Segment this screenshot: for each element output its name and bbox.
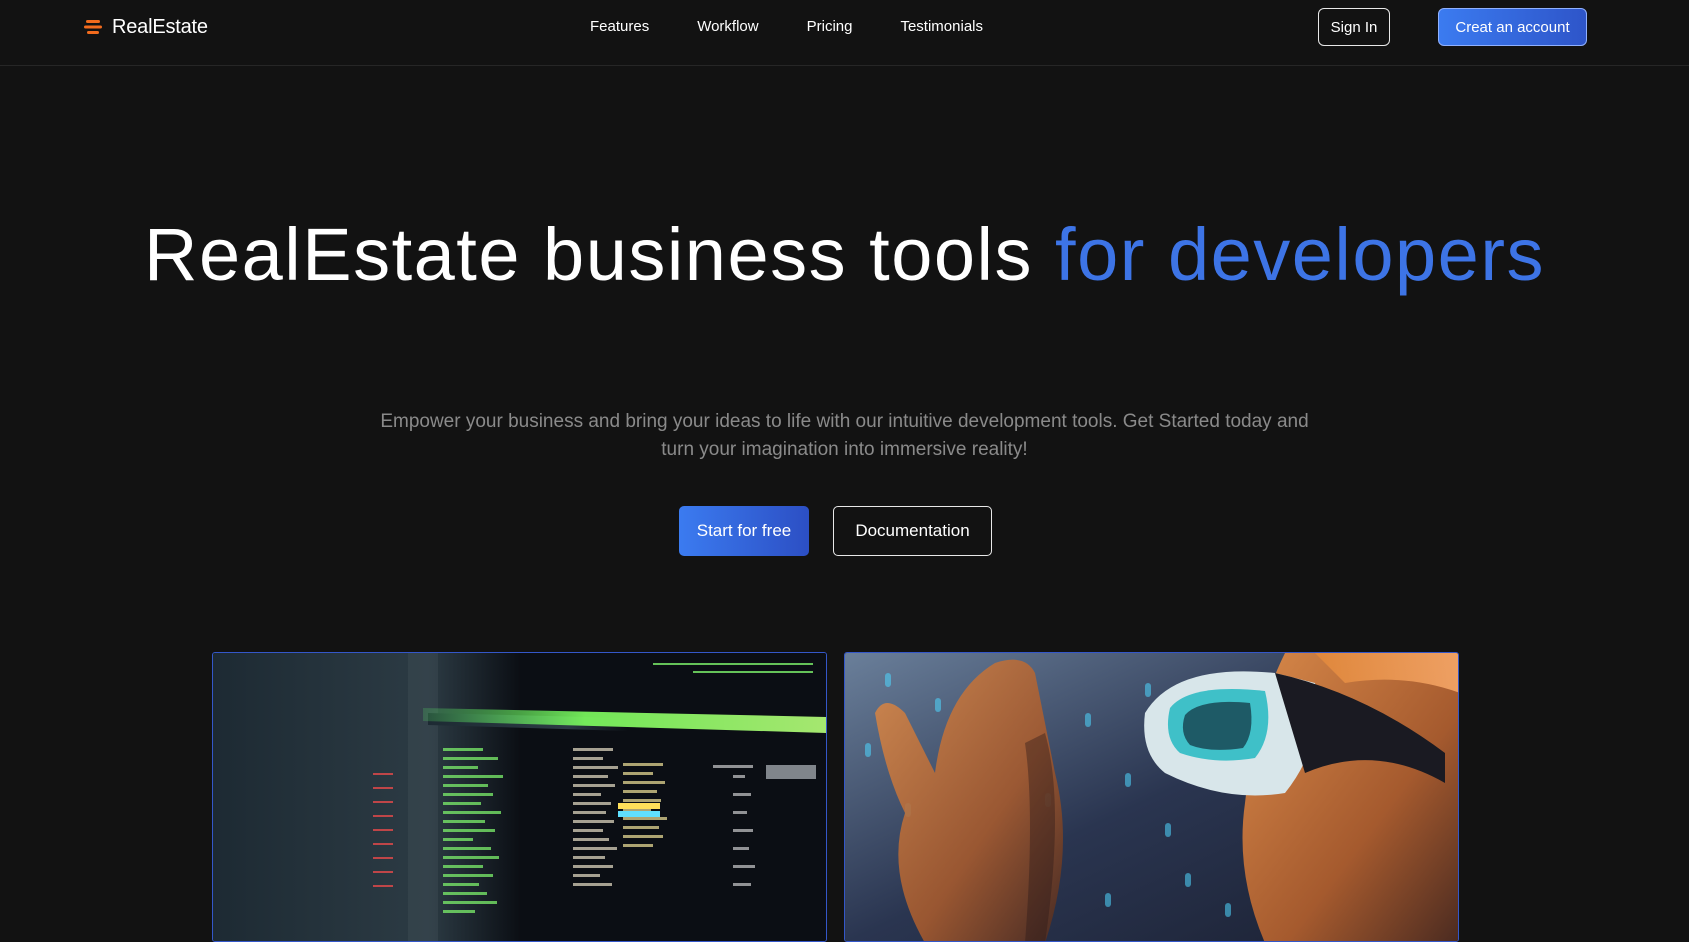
vr-illustration [845,653,1458,941]
sign-in-button[interactable]: Sign In [1318,8,1390,46]
create-account-button[interactable]: Creat an account [1438,8,1587,46]
hero-title: RealEstate business tools for developers [0,218,1689,292]
nav-link-workflow[interactable]: Workflow [697,17,758,37]
terminal-monitor-image [212,652,827,942]
brand-logo[interactable]: RealEstate [84,14,208,40]
start-for-free-button[interactable]: Start for free [679,506,809,556]
brand-name: RealEstate [112,15,208,38]
terminal-illustration [213,653,826,941]
stacked-layers-icon [84,20,102,34]
nav-link-pricing[interactable]: Pricing [807,17,853,37]
primary-nav: Features Workflow Pricing Testimonials [590,17,1031,37]
hero-title-main: RealEstate business tools [144,213,1056,296]
documentation-button[interactable]: Documentation [833,506,992,556]
nav-link-features[interactable]: Features [590,17,649,37]
hero-title-accent: for developers [1055,213,1545,296]
hero-subtitle: Empower your business and bring your ide… [380,411,1309,460]
top-navbar: RealEstate Features Workflow Pricing Tes… [0,0,1689,66]
vr-headset-image [844,652,1459,942]
nav-link-testimonials[interactable]: Testimonials [900,17,983,37]
